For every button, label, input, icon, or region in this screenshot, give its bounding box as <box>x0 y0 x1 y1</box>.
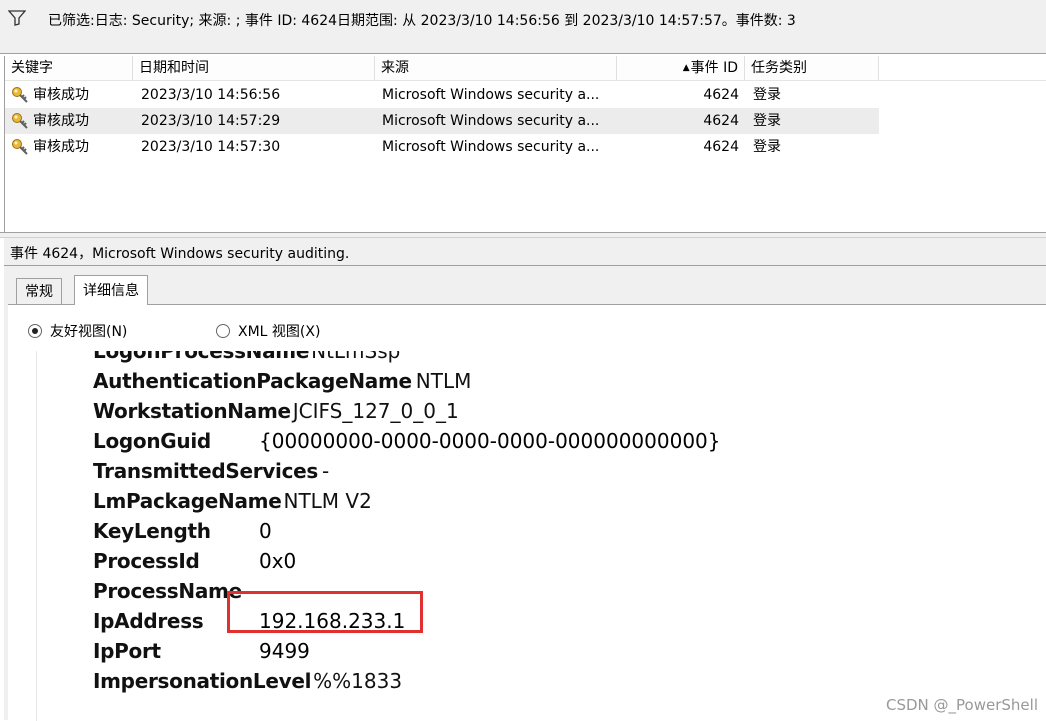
cell-event-id: 4624 <box>703 139 739 155</box>
key-icon <box>12 87 28 103</box>
field-transmitted-services: TransmittedServices - <box>93 459 330 483</box>
field-key-length: KeyLength <box>93 519 211 543</box>
cell-event-id: 4624 <box>703 113 739 129</box>
column-header-task-category[interactable]: 任务类别 <box>745 56 879 80</box>
column-header-event-id[interactable]: ▲事件 ID <box>617 56 745 80</box>
key-icon <box>12 113 28 129</box>
field-process-name: ProcessName <box>93 579 242 603</box>
field-ip-address: IpAddress <box>93 609 204 633</box>
cell-task: 登录 <box>753 113 781 129</box>
filter-bar: 已筛选:日志: Security; 来源: ; 事件 ID: 4624日期范围:… <box>0 0 1046 54</box>
column-header-source[interactable]: 来源 <box>375 56 617 80</box>
watermark: CSDN @_PowerShell <box>886 696 1038 714</box>
filter-icon <box>8 10 26 26</box>
cell-keyword: 审核成功 <box>33 113 89 129</box>
filter-summary: 已筛选:日志: Security; 来源: ; 事件 ID: 4624日期范围:… <box>48 13 796 29</box>
tab-general[interactable]: 常规 <box>16 278 62 304</box>
field-key-length-value: 0 <box>259 519 272 543</box>
field-lm-package-name: LmPackageName NTLM V2 <box>93 489 372 513</box>
detail-tab-area: 常规 详细信息 友好视图(N) XML 视图(X) LogonProcessNa… <box>4 266 1046 721</box>
details-panel: 友好视图(N) XML 视图(X) LogonProcessName NtLmSs… <box>8 304 1046 721</box>
tab-details[interactable]: 详细信息 <box>74 275 148 305</box>
event-list[interactable]: 关键字 日期和时间 来源 ▲事件 ID 任务类别 审核成功 2023/3/10 … <box>4 56 1046 232</box>
sort-ascending-icon: ▲ <box>682 63 690 73</box>
column-header-datetime[interactable]: 日期和时间 <box>133 56 375 80</box>
cell-source: Microsoft Windows security a... <box>382 113 600 129</box>
cell-datetime: 2023/3/10 14:57:29 <box>141 113 281 129</box>
cell-keyword: 审核成功 <box>33 87 89 103</box>
field-authentication-package-name: AuthenticationPackageName NTLM <box>93 369 472 393</box>
field-logon-guid: LogonGuid <box>93 429 211 453</box>
cell-datetime: 2023/3/10 14:57:30 <box>141 139 281 155</box>
cell-source: Microsoft Windows security a... <box>382 139 600 155</box>
ip-address-highlight-box <box>227 591 423 633</box>
field-ip-port-value: 9499 <box>259 639 310 663</box>
cell-task: 登录 <box>753 139 781 155</box>
table-row[interactable]: 审核成功 2023/3/10 14:57:30 Microsoft Window… <box>5 134 879 160</box>
cell-event-id: 4624 <box>703 87 739 103</box>
field-impersonation-level: ImpersonationLevel %%1833 <box>93 669 403 693</box>
field-workstation-name: WorkstationName JCIFS_127_0_0_1 <box>93 399 459 423</box>
friendly-view-radio[interactable]: 友好视图(N) <box>28 321 127 341</box>
radio-unchecked-icon <box>216 324 230 338</box>
key-icon <box>12 139 28 155</box>
cell-datetime: 2023/3/10 14:56:56 <box>141 87 281 103</box>
field-process-id: ProcessId <box>93 549 200 573</box>
field-logon-process-name: LogonProcessName NtLmSsp <box>93 351 401 363</box>
cell-keyword: 审核成功 <box>33 139 89 155</box>
table-row[interactable]: 审核成功 2023/3/10 14:56:56 Microsoft Window… <box>5 82 879 108</box>
xml-view-radio[interactable]: XML 视图(X) <box>216 321 320 341</box>
field-ip-port: IpPort <box>93 639 161 663</box>
event-title: 事件 4624，Microsoft Windows security audit… <box>10 246 350 262</box>
event-data-view[interactable]: LogonProcessName NtLmSsp AuthenticationPa… <box>36 351 1046 721</box>
radio-checked-icon <box>28 324 42 338</box>
field-logon-guid-value: {00000000-0000-0000-0000-000000000000} <box>259 429 721 453</box>
event-title-bar: 事件 4624，Microsoft Windows security audit… <box>4 238 1046 266</box>
table-row[interactable]: 审核成功 2023/3/10 14:57:29 Microsoft Window… <box>5 108 879 134</box>
column-header-keyword[interactable]: 关键字 <box>5 56 133 80</box>
field-process-id-value: 0x0 <box>259 549 297 573</box>
cell-task: 登录 <box>753 87 781 103</box>
list-header: 关键字 日期和时间 来源 ▲事件 ID 任务类别 <box>5 56 1046 81</box>
cell-source: Microsoft Windows security a... <box>382 87 600 103</box>
